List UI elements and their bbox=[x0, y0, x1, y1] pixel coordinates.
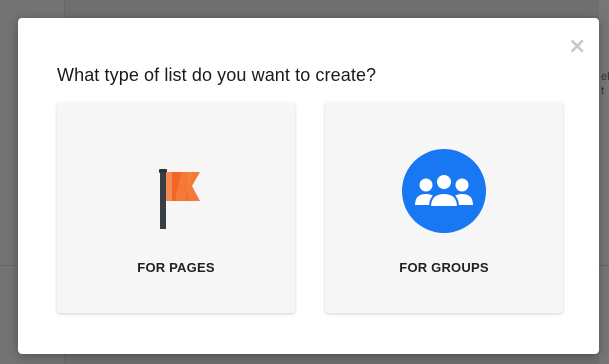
create-list-dialog: × What type of list do you want to creat… bbox=[18, 18, 599, 354]
group-icon bbox=[402, 149, 486, 233]
flag-icon bbox=[159, 169, 200, 229]
for-pages-option[interactable]: FOR PAGES bbox=[57, 103, 295, 313]
for-groups-option[interactable]: FOR GROUPS bbox=[325, 103, 563, 313]
for-groups-label: FOR GROUPS bbox=[399, 260, 489, 275]
background-partial-text: el t bbox=[601, 71, 609, 97]
background-right-column bbox=[599, 0, 609, 364]
dialog-title: What type of list do you want to create? bbox=[57, 65, 377, 85]
close-button[interactable]: × bbox=[568, 36, 586, 58]
for-pages-label: FOR PAGES bbox=[137, 260, 215, 275]
